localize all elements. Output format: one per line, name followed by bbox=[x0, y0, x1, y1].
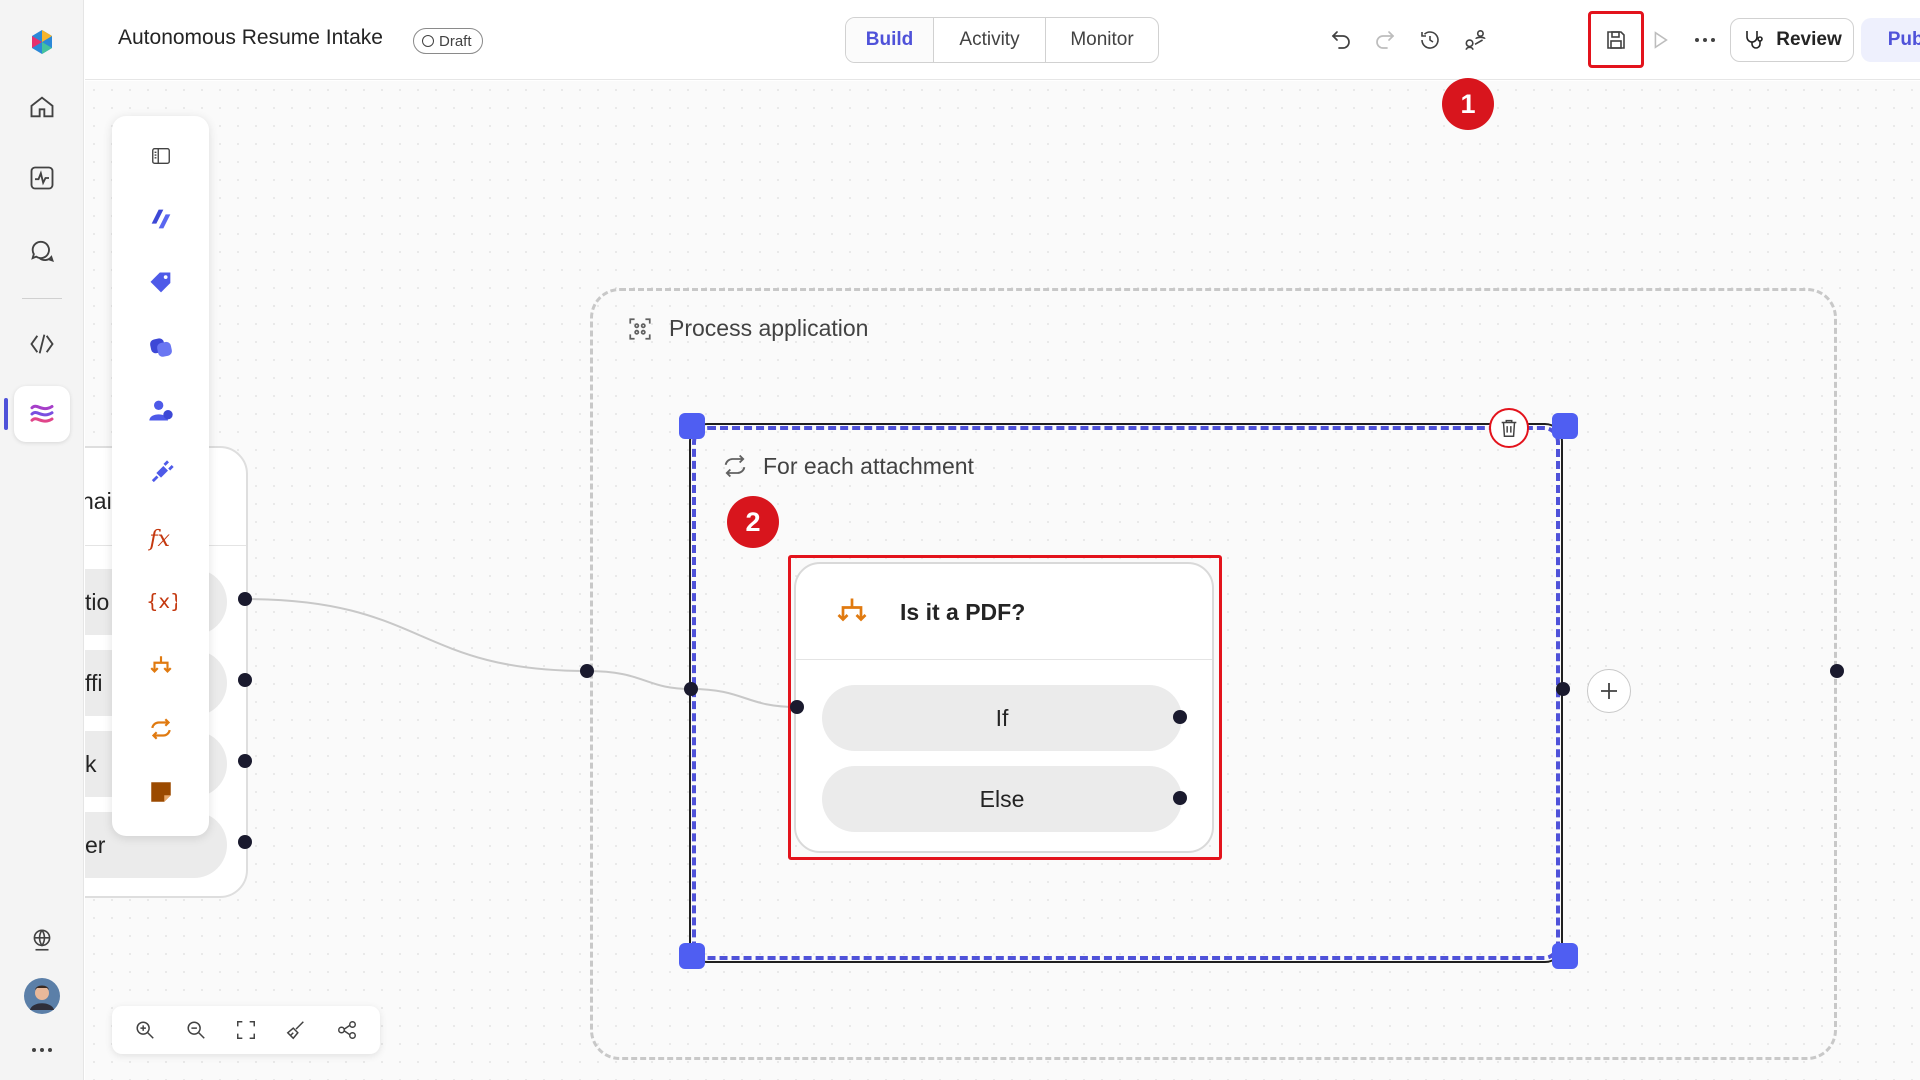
human-review-icon[interactable] bbox=[137, 386, 185, 434]
ai-builder-icon[interactable] bbox=[137, 195, 185, 243]
more-icon[interactable] bbox=[14, 1022, 70, 1078]
svg-text:fx: fx bbox=[147, 526, 170, 552]
avatar[interactable] bbox=[14, 968, 70, 1024]
scope-icon bbox=[629, 317, 651, 340]
review-button[interactable]: Review bbox=[1730, 18, 1854, 62]
copilot-logo-icon[interactable] bbox=[14, 14, 70, 70]
review-button-label: Review bbox=[1776, 29, 1842, 50]
svg-text:{x}: {x} bbox=[146, 590, 177, 613]
sticky-note-icon[interactable] bbox=[137, 768, 185, 816]
chat-icon[interactable] bbox=[14, 222, 70, 278]
history-icon[interactable] bbox=[1410, 20, 1450, 60]
resize-handle-top-left[interactable] bbox=[679, 413, 705, 439]
zoom-in-icon[interactable] bbox=[127, 1012, 163, 1048]
rail-active-indicator bbox=[4, 398, 8, 430]
trigger-node-title: nai bbox=[85, 488, 112, 514]
app-rail bbox=[0, 0, 84, 1080]
step-badge-1: 1 bbox=[1442, 78, 1494, 130]
group-input-port[interactable] bbox=[580, 664, 594, 678]
fit-view-icon[interactable] bbox=[228, 1012, 264, 1048]
for-each-loop-title: For each attachment bbox=[763, 452, 974, 479]
output-port[interactable] bbox=[238, 835, 252, 849]
top-header: Autonomous Resume Intake Draft Build Act… bbox=[85, 0, 1920, 80]
publish-button[interactable]: Publish bbox=[1861, 18, 1920, 62]
view-tabs: Build Activity Monitor bbox=[845, 17, 1159, 63]
status-badge-label: Draft bbox=[439, 32, 472, 50]
condition-icon[interactable] bbox=[137, 642, 185, 690]
loop-output-port[interactable] bbox=[1556, 682, 1570, 696]
tab-build[interactable]: Build bbox=[846, 18, 934, 62]
if-branch[interactable]: If bbox=[822, 685, 1182, 751]
plus-icon bbox=[1601, 683, 1617, 699]
node-toolbox: fx {x} bbox=[112, 116, 209, 836]
stethoscope-icon bbox=[1746, 31, 1764, 49]
redo-icon[interactable] bbox=[1365, 20, 1405, 60]
code-brackets-icon[interactable] bbox=[14, 316, 70, 372]
tag-icon[interactable] bbox=[137, 259, 185, 307]
save-highlight-box bbox=[1588, 11, 1644, 68]
home-icon[interactable] bbox=[14, 79, 70, 135]
trigger-output-label: tio bbox=[85, 589, 110, 615]
activity-icon[interactable] bbox=[14, 150, 70, 206]
trigger-output-label: ffi bbox=[85, 670, 103, 696]
if-output-port[interactable] bbox=[1173, 710, 1187, 724]
function-fx-icon[interactable]: fx bbox=[137, 514, 185, 562]
tab-activity[interactable]: Activity bbox=[934, 18, 1046, 62]
zoom-out-icon[interactable] bbox=[178, 1012, 214, 1048]
loop-icon[interactable] bbox=[137, 705, 185, 753]
trigger-output-label: er bbox=[85, 832, 106, 858]
page-title: Autonomous Resume Intake bbox=[118, 26, 383, 49]
group-output-port[interactable] bbox=[1830, 664, 1844, 678]
output-port[interactable] bbox=[238, 673, 252, 687]
process-application-header: Process application bbox=[627, 315, 868, 342]
status-badge: Draft bbox=[413, 28, 483, 54]
step-badge-2: 2 bbox=[727, 496, 779, 548]
minimap-icon[interactable] bbox=[329, 1012, 365, 1048]
trigger-output-label: k bbox=[85, 751, 97, 777]
agent-flows-icon[interactable] bbox=[14, 386, 70, 442]
test-run-icon[interactable] bbox=[1640, 20, 1680, 60]
canvas-controls bbox=[112, 1006, 380, 1054]
output-port[interactable] bbox=[238, 754, 252, 768]
rail-divider bbox=[22, 298, 62, 299]
globe-icon[interactable] bbox=[14, 912, 70, 968]
condition-icon bbox=[834, 594, 870, 630]
condition-input-port[interactable] bbox=[790, 700, 804, 714]
more-options-icon[interactable] bbox=[1685, 20, 1725, 60]
resize-handle-top-right[interactable] bbox=[1552, 413, 1578, 439]
panel-toggle-icon[interactable] bbox=[137, 132, 185, 180]
add-node-button[interactable] bbox=[1587, 669, 1631, 713]
connector-plug-icon[interactable] bbox=[137, 449, 185, 497]
loop-icon bbox=[724, 454, 746, 478]
else-output-port[interactable] bbox=[1173, 791, 1187, 805]
condition-node-title: Is it a PDF? bbox=[900, 599, 1026, 625]
variable-icon[interactable]: {x} bbox=[137, 577, 185, 625]
draft-circle-icon bbox=[422, 35, 434, 47]
undo-icon[interactable] bbox=[1321, 20, 1361, 60]
clean-up-icon[interactable] bbox=[278, 1012, 314, 1048]
output-port[interactable] bbox=[238, 592, 252, 606]
process-application-title: Process application bbox=[669, 315, 869, 341]
for-each-loop-header: For each attachment bbox=[721, 452, 974, 480]
resize-handle-bottom-right[interactable] bbox=[1552, 943, 1578, 969]
copilot-connector-icon[interactable] bbox=[137, 323, 185, 371]
condition-node-header: Is it a PDF? bbox=[796, 564, 1212, 660]
condition-node[interactable]: Is it a PDF? If Else bbox=[794, 562, 1214, 853]
flow-checker-icon[interactable] bbox=[1455, 20, 1495, 60]
tab-monitor[interactable]: Monitor bbox=[1046, 18, 1158, 62]
loop-input-port[interactable] bbox=[684, 682, 698, 696]
delete-icon[interactable] bbox=[1489, 408, 1529, 448]
else-branch[interactable]: Else bbox=[822, 766, 1182, 832]
resize-handle-bottom-left[interactable] bbox=[679, 943, 705, 969]
flow-canvas[interactable]: nai tio ffi k er fx {x} bbox=[85, 81, 1920, 1080]
